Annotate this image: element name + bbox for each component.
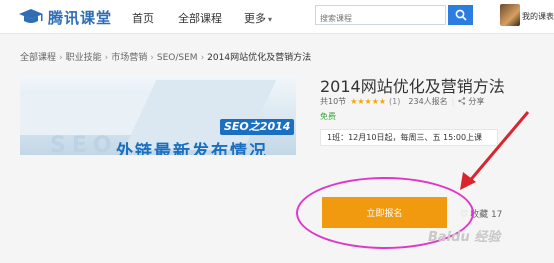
nav-all-courses[interactable]: 全部课程 bbox=[178, 10, 222, 26]
class-schedule-option[interactable]: 1班：12月10日起，每周三、五 15:00上课 bbox=[320, 129, 498, 146]
search-box bbox=[315, 5, 448, 28]
chevron-right-icon: › bbox=[59, 53, 63, 63]
enroll-button[interactable]: 立即报名 bbox=[322, 197, 447, 228]
search-button[interactable] bbox=[448, 5, 473, 25]
chevron-right-icon: › bbox=[104, 53, 109, 63]
course-title: 2014网站优化及营销方法 bbox=[320, 77, 505, 96]
favorite-label: 收藏 17 bbox=[470, 210, 503, 220]
breadcrumb-item[interactable]: 市场营销 bbox=[111, 53, 147, 63]
graduation-cap-icon bbox=[19, 9, 43, 23]
nav-more[interactable]: 更多 ▾ bbox=[244, 10, 272, 26]
cover-bg-text: SEO bbox=[50, 133, 118, 155]
top-navigation-bar: 腾讯课堂 首页 全部课程 更多▾ 我的课表 bbox=[0, 0, 554, 34]
chevron-down-icon: ▾ bbox=[268, 15, 273, 24]
heart-icon: ♡ bbox=[460, 210, 469, 220]
chevron-right-icon: › bbox=[200, 53, 205, 63]
avatar[interactable] bbox=[500, 4, 520, 26]
favorite-button[interactable]: ♡ 收藏 17 bbox=[460, 207, 502, 220]
cover-tag: SEO之2014 bbox=[220, 119, 295, 135]
section-count: 共10节 bbox=[320, 97, 347, 106]
course-meta: 共10节 ★★★★★ (1) 234人报名 | 分享 bbox=[320, 96, 484, 107]
enrolled-count: 234人报名 bbox=[408, 97, 448, 106]
course-cover-image[interactable]: SEO SEO之2014 外链最新发布情况 bbox=[20, 75, 296, 155]
my-schedule-link[interactable]: 我的课表 bbox=[522, 11, 554, 22]
chevron-right-icon: › bbox=[150, 53, 154, 63]
divider: | bbox=[451, 97, 455, 106]
nav-home[interactable]: 首页 bbox=[132, 10, 154, 26]
site-logo[interactable]: 腾讯课堂 bbox=[18, 7, 112, 27]
share-link[interactable]: 分享 bbox=[458, 96, 484, 107]
search-input[interactable] bbox=[316, 9, 448, 28]
breadcrumb: 全部课程 › 职业技能 › 市场营销 › SEO/SEM › 2014网站优化及营销方法 bbox=[20, 50, 311, 63]
breadcrumb-item[interactable]: 全部课程 bbox=[20, 53, 56, 63]
share-icon bbox=[458, 97, 466, 105]
search-icon bbox=[455, 9, 467, 21]
cover-headline: 外链最新发布情况 bbox=[116, 142, 268, 155]
rating-stars: ★★★★★ bbox=[350, 97, 387, 106]
breadcrumb-item[interactable]: SEO/SEM bbox=[157, 53, 198, 63]
breadcrumb-current: 2014网站优化及营销方法 bbox=[207, 53, 312, 63]
share-label: 分享 bbox=[468, 97, 485, 106]
rating-count: (1) bbox=[389, 97, 401, 106]
logo-text: 腾讯课堂 bbox=[48, 8, 113, 27]
price-label: 免费 bbox=[320, 112, 336, 121]
watermark: Baidu 经验 bbox=[428, 230, 501, 245]
nav-more-label: 更多 bbox=[244, 12, 266, 25]
breadcrumb-item[interactable]: 职业技能 bbox=[66, 53, 102, 63]
